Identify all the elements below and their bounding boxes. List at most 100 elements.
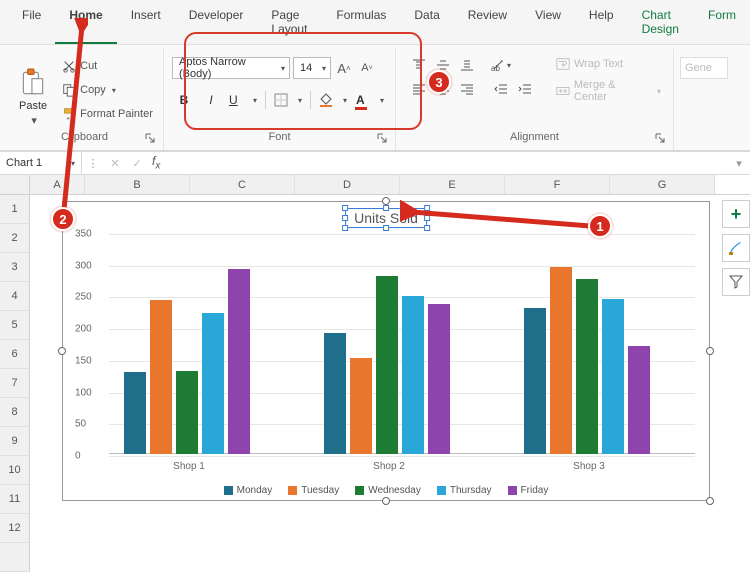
merge-center-button[interactable]: Merge & Center ▾ [550,77,667,105]
y-tick: 50 [75,419,86,430]
tab-form[interactable]: Form [694,4,750,44]
bar[interactable] [350,358,372,454]
bar[interactable] [628,346,650,454]
dialog-launcher-icon[interactable] [655,133,665,143]
decrease-indent-button[interactable] [490,79,512,99]
font-group-label: Font [268,131,290,143]
y-tick: 100 [75,387,92,398]
legend-item[interactable]: Wednesday [355,485,421,496]
formula-bar-input[interactable] [164,152,728,174]
font-size-combo[interactable]: 14 ▾ [293,57,331,79]
tab-review[interactable]: Review [454,4,521,44]
x-category-label: Shop 3 [573,461,605,472]
callout-3: 3 [427,70,451,94]
row-header[interactable]: 8 [0,398,30,427]
resize-handle[interactable] [382,197,390,205]
font-name-combo[interactable]: Aptos Narrow (Body) ▾ [172,57,290,79]
bar[interactable] [402,296,424,454]
resize-handle[interactable] [706,497,714,505]
tab-chart-design[interactable]: Chart Design [628,4,694,44]
column-header[interactable]: F [505,175,610,194]
row-header[interactable]: 12 [0,514,30,543]
wrap-text-label: Wrap Text [574,58,623,70]
tab-data[interactable]: Data [400,4,453,44]
fx-icon[interactable]: fx [148,154,164,171]
tab-page-layout[interactable]: Page Layout [257,4,322,44]
row-header[interactable]: 1 [0,195,30,224]
legend-item[interactable]: Friday [508,485,549,496]
bar[interactable] [524,308,546,454]
select-all-corner[interactable] [0,175,30,194]
legend-swatch [288,486,297,495]
bold-button[interactable]: B [172,89,196,111]
row-header[interactable]: 4 [0,282,30,311]
expand-formula-bar-icon[interactable]: ▾ [728,157,750,170]
bar[interactable] [428,304,450,454]
paste-button[interactable]: Paste ▾ [12,51,54,127]
legend-item[interactable]: Thursday [437,485,492,496]
orientation-button[interactable]: ab▾ [490,55,512,75]
wrap-text-button[interactable]: Wrap Text [550,55,667,73]
bar[interactable] [176,371,198,454]
underline-button[interactable]: U▾ [226,89,260,111]
tab-formulas[interactable]: Formulas [322,4,400,44]
bar[interactable] [550,267,572,454]
bar[interactable] [124,372,146,454]
align-right-button[interactable] [456,79,478,99]
resize-handle[interactable] [58,347,66,355]
align-bottom-button[interactable] [456,55,478,75]
bar[interactable] [376,276,398,454]
tab-view[interactable]: View [521,4,575,44]
column-header[interactable]: D [295,175,400,194]
row-header[interactable]: 11 [0,485,30,514]
resize-handle[interactable] [706,347,714,355]
bar[interactable] [228,269,250,454]
tab-insert[interactable]: Insert [117,4,175,44]
increase-indent-button[interactable] [514,79,536,99]
chart-filters-button[interactable] [722,268,750,296]
align-top-button[interactable] [408,55,430,75]
column-header[interactable]: C [190,175,295,194]
chart-styles-button[interactable] [722,234,750,262]
row-header[interactable]: 7 [0,369,30,398]
y-tick: 250 [75,292,92,303]
y-tick: 300 [75,260,92,271]
tab-developer[interactable]: Developer [175,4,258,44]
arrow-1 [400,200,600,240]
row-header[interactable]: 3 [0,253,30,282]
column-header[interactable]: B [85,175,190,194]
legend-item[interactable]: Tuesday [288,485,339,496]
merge-label: Merge & Center [574,79,651,103]
row-header[interactable]: 6 [0,340,30,369]
row-header[interactable]: 2 [0,224,30,253]
tab-help[interactable]: Help [575,4,628,44]
bar[interactable] [576,279,598,454]
cancel-formula-icon[interactable]: ✕ [104,157,126,170]
tab-file[interactable]: File [8,4,55,44]
chart-elements-button[interactable]: + [722,200,750,228]
font-color-button[interactable]: A▾ [353,89,387,111]
bar[interactable] [602,299,624,454]
chart-object[interactable]: Units Sold 050100150200250300350Shop 1Sh… [62,201,710,501]
column-header[interactable]: G [610,175,715,194]
enter-formula-icon[interactable]: ✓ [126,157,148,170]
bar[interactable] [324,333,346,454]
decrease-font-button[interactable]: A˅ [357,58,377,78]
dialog-launcher-icon[interactable] [145,133,155,143]
dialog-launcher-icon[interactable] [377,133,387,143]
row-header[interactable] [0,543,30,572]
fill-color-button[interactable]: ▾ [316,89,350,111]
column-header[interactable]: E [400,175,505,194]
row-header[interactable]: 10 [0,456,30,485]
borders-button[interactable]: ▾ [271,89,305,111]
legend-item[interactable]: Monday [224,485,273,496]
general-format-combo[interactable]: Gene [680,57,728,79]
y-tick: 350 [75,229,92,240]
bar[interactable] [150,300,172,454]
bar[interactable] [202,313,224,454]
resize-handle[interactable] [382,497,390,505]
italic-button[interactable]: I [199,89,223,111]
row-header[interactable]: 5 [0,311,30,340]
increase-font-button[interactable]: A˄ [334,58,354,78]
row-header[interactable]: 9 [0,427,30,456]
